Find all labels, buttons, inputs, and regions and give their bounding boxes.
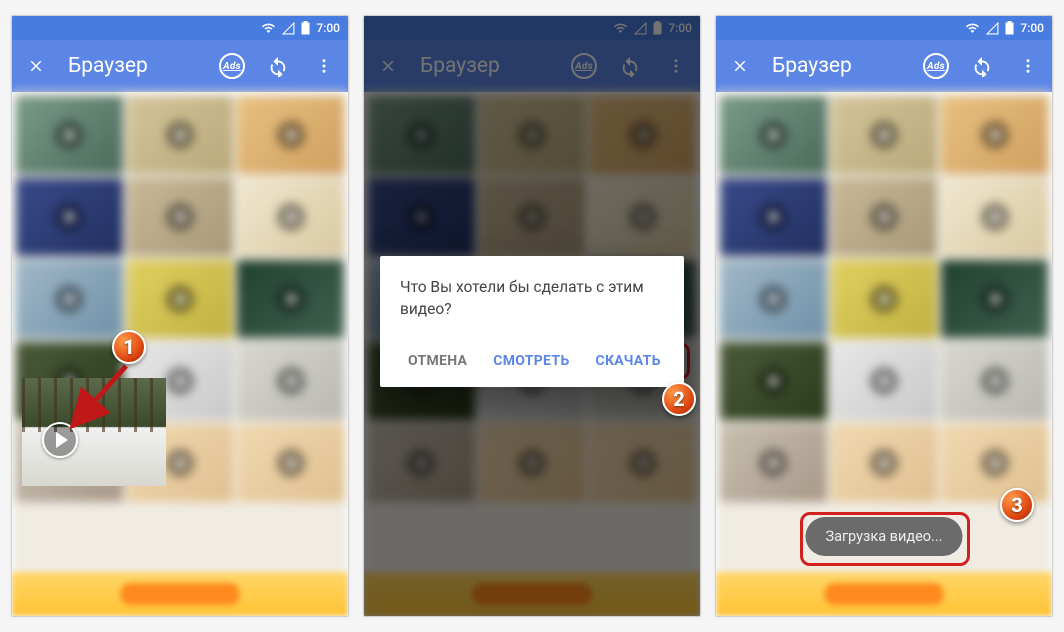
appbar-title: Браузер [68,54,200,78]
signal-icon [282,22,295,35]
phone-screenshot-1: 7:00 Браузер Ads 1 [11,15,349,617]
close-button[interactable] [22,52,50,80]
status-bar: 7:00 [12,16,348,40]
appbar-title: Браузер [772,54,904,78]
refresh-button[interactable] [264,52,292,80]
app-bar: Браузер Ads [12,40,348,92]
refresh-button[interactable] [968,52,996,80]
step-badge-3: 3 [1000,488,1034,522]
status-bar: 7:00 [716,16,1052,40]
cancel-button[interactable]: ОТМЕНА [400,345,475,377]
video-grid[interactable] [12,92,348,616]
action-dialog: Что Вы хотели бы сделать с этим видео? О… [380,256,684,387]
ads-icon: Ads [219,53,245,79]
loading-toast: Загрузка видео... [805,517,962,556]
battery-icon [301,21,310,35]
dialog-message: Что Вы хотели бы сделать с этим видео? [400,276,664,321]
arrow-annotation [68,354,146,432]
step-badge-2: 2 [662,382,696,416]
refresh-icon [971,55,993,77]
overflow-button[interactable] [310,52,338,80]
wifi-icon [965,22,980,35]
bottom-ad-bar [716,572,1052,616]
refresh-icon [267,55,289,77]
watch-button[interactable]: СМОТРЕТЬ [485,345,577,377]
app-bar: Браузер Ads [716,40,1052,92]
phone-screenshot-3: 7:00 Браузер Ads Загрузка видео... 3 [715,15,1053,617]
step-badge-1: 1 [112,330,146,364]
dialog-actions: ОТМЕНА СМОТРЕТЬ СКАЧАТЬ [400,345,664,377]
overflow-icon [1019,57,1037,75]
battery-icon [1005,21,1014,35]
ads-button[interactable]: Ads [922,52,950,80]
close-button[interactable] [726,52,754,80]
close-icon [27,57,45,75]
status-time: 7:00 [316,21,340,35]
wifi-icon [261,22,276,35]
ads-icon: Ads [923,53,949,79]
overflow-icon [315,57,333,75]
overflow-button[interactable] [1014,52,1042,80]
signal-icon [986,22,999,35]
download-button[interactable]: СКАЧАТЬ [587,345,668,377]
bottom-ad-bar [12,572,348,616]
status-time: 7:00 [1020,21,1044,35]
phone-screenshot-2: 7:00 Браузер Ads Что Вы хотели бы сделат… [363,15,701,617]
ads-button[interactable]: Ads [218,52,246,80]
close-icon [731,57,749,75]
